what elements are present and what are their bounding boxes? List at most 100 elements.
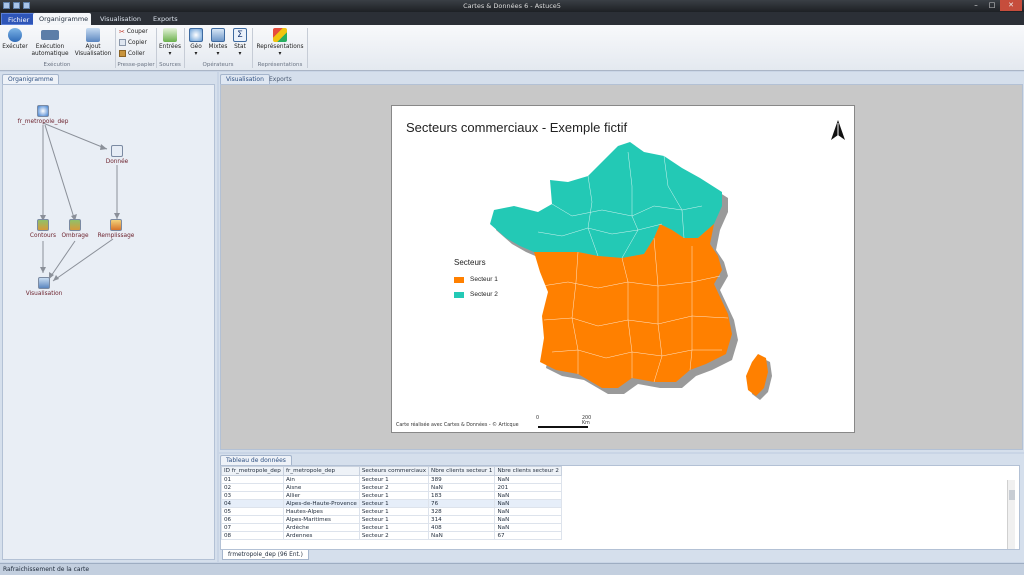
clipboard-icon: [119, 50, 126, 57]
data-table-pane: Tableau de données ID fr_metropole_dep f…: [219, 454, 1024, 562]
table-cell: Ain: [283, 475, 360, 484]
legend-item-secteur-1: Secteur 1: [454, 276, 498, 283]
node-remplissage[interactable]: Remplissage: [91, 219, 141, 239]
table-cell: Secteur 1: [358, 515, 430, 524]
geo-button[interactable]: Géo ▾: [187, 28, 205, 57]
table-cell: 02: [221, 483, 284, 492]
table-row[interactable]: 03 Allier Secteur 1 183 NaN: [221, 491, 562, 500]
table-cell: Hautes-Alpes: [283, 507, 360, 516]
column-header[interactable]: Nbre clients secteur 1: [428, 466, 496, 476]
data-grid[interactable]: ID fr_metropole_dep fr_metropole_dep Sec…: [220, 465, 1020, 550]
table-cell: Aisne: [283, 483, 360, 492]
table-row[interactable]: 04 Alpes-de-Haute-Provence Secteur 1 76 NaN: [221, 499, 562, 508]
table-cell: NaN: [494, 523, 562, 532]
entries-button[interactable]: Entrées ▾: [158, 28, 182, 57]
tab-visualisation[interactable]: Visualisation: [94, 13, 147, 25]
visualisation-pane: Visualisation Exports Secteurs commercia…: [219, 72, 1024, 452]
table-row[interactable]: 06 Alpes-Maritimes Secteur 1 314 NaN: [221, 515, 562, 524]
chevron-down-icon: ▾: [194, 50, 198, 57]
representations-button[interactable]: Représentations ▾: [255, 28, 305, 57]
map-layout: Secteurs commerciaux - Exemple fictif Se…: [391, 105, 855, 433]
group-label-execution: Exécution: [43, 62, 71, 68]
table-scrollbar[interactable]: [1007, 480, 1015, 549]
scale-line: [538, 426, 588, 428]
table-cell: 08: [221, 531, 284, 540]
cut-button[interactable]: ✂ Couper: [119, 28, 148, 36]
tab-fichier[interactable]: Fichier: [1, 13, 37, 25]
column-header[interactable]: Secteurs commerciaux: [358, 466, 430, 476]
map-credit: Carte réalisée avec Cartes & Données - ©…: [396, 423, 519, 428]
status-bar: Rafraichissement de la carte: [0, 563, 1024, 575]
status-text: Rafraichissement de la carte: [3, 566, 90, 573]
globe-icon: [37, 105, 49, 117]
group-label-presse-papier: Presse-papier: [117, 62, 155, 68]
table-cell: Secteur 1: [358, 499, 430, 508]
flowchart-canvas[interactable]: fr_metropole_dep Donnée Contours Ombrage…: [2, 84, 215, 560]
paste-button[interactable]: Coller: [119, 50, 145, 57]
tab-exports[interactable]: Exports: [147, 13, 184, 25]
table-icon: [163, 28, 177, 42]
close-button[interactable]: ✕: [1000, 0, 1022, 11]
chevron-down-icon: ▾: [238, 50, 242, 57]
copy-button[interactable]: Copier: [119, 39, 147, 46]
shading-icon: [69, 219, 81, 231]
toggle-icon: [41, 30, 59, 40]
table-row[interactable]: 01 Ain Secteur 1 389 NaN: [221, 475, 562, 484]
tab-organigramme[interactable]: Organigramme: [33, 13, 91, 25]
node-donnee[interactable]: Donnée: [93, 145, 141, 165]
table-cell: Ardèche: [283, 523, 360, 532]
column-header[interactable]: fr_metropole_dep: [283, 466, 360, 476]
execute-button[interactable]: Exécuter: [2, 28, 28, 51]
representation-icon: [273, 28, 287, 42]
monitor-icon: [86, 28, 100, 42]
add-visualisation-button[interactable]: Ajout Visualisation: [73, 28, 113, 57]
group-label-representations: Représentations: [257, 62, 303, 68]
tab-exports-pane[interactable]: Exports: [263, 74, 298, 84]
table-cell: Secteur 1: [358, 523, 430, 532]
tab-organigramme-pane[interactable]: Organigramme: [2, 74, 60, 84]
sigma-icon: Σ: [233, 28, 247, 42]
scrollbar-thumb[interactable]: [1009, 490, 1015, 500]
minimize-button[interactable]: –: [968, 0, 984, 11]
mixtes-button[interactable]: Mixtes ▾: [207, 28, 229, 57]
table-cell: NaN: [494, 515, 562, 524]
table-cell: 04: [221, 499, 284, 508]
table-cell: 03: [221, 491, 284, 500]
table-cell: 01: [221, 475, 284, 484]
table-cell: NaN: [428, 483, 496, 492]
column-header[interactable]: ID fr_metropole_dep: [221, 466, 284, 476]
table-row[interactable]: 02 Aisne Secteur 2 NaN 201: [221, 483, 562, 492]
table-row[interactable]: 08 Ardennes Secteur 2 NaN 67: [221, 531, 562, 540]
table-cell: NaN: [494, 499, 562, 508]
stat-button[interactable]: Σ Stat ▾: [231, 28, 249, 57]
map-canvas[interactable]: Secteurs commerciaux - Exemple fictif Se…: [220, 84, 1023, 450]
table-cell: Alpes-de-Haute-Provence: [283, 499, 360, 508]
window-title: Cartes & Données 6 - Astuce5: [463, 2, 561, 10]
organigramme-pane: Organigramme fr_metropole_dep Donnée Con…: [0, 72, 217, 562]
table-row[interactable]: 07 Ardèche Secteur 1 408 NaN: [221, 523, 562, 532]
group-label-operateurs: Opérateurs: [202, 62, 234, 68]
scissors-icon: ✂: [119, 28, 125, 36]
tab-tableau-de-donnees[interactable]: Tableau de données: [220, 455, 292, 465]
chevron-down-icon: ▾: [168, 50, 172, 57]
node-visualisation[interactable]: Visualisation: [19, 277, 69, 297]
table-cell: 76: [428, 499, 496, 508]
france-map: [490, 142, 772, 400]
node-source[interactable]: fr_metropole_dep: [11, 105, 75, 125]
mixed-icon: [211, 28, 225, 42]
tab-table-source[interactable]: frmetropole_dep (96 Ent.): [222, 550, 309, 560]
maximize-button[interactable]: □: [984, 0, 1000, 11]
table-cell: 389: [428, 475, 496, 484]
table-icon: [111, 145, 123, 157]
title-bar: Cartes & Données 6 - Astuce5 – □ ✕: [0, 0, 1024, 12]
column-header[interactable]: Nbre clients secteur 2: [494, 466, 562, 476]
table-row[interactable]: 05 Hautes-Alpes Secteur 1 328 NaN: [221, 507, 562, 516]
table-cell: 201: [494, 483, 562, 492]
table-cell: 183: [428, 491, 496, 500]
table-cell: NaN: [494, 507, 562, 516]
auto-execution-button[interactable]: Exécution automatique: [30, 28, 70, 57]
scale-bar: 0 200 Km: [536, 416, 592, 428]
table-cell: Secteur 1: [358, 491, 430, 500]
table-cell: Secteur 2: [358, 531, 430, 540]
table-cell: Ardennes: [283, 531, 360, 540]
